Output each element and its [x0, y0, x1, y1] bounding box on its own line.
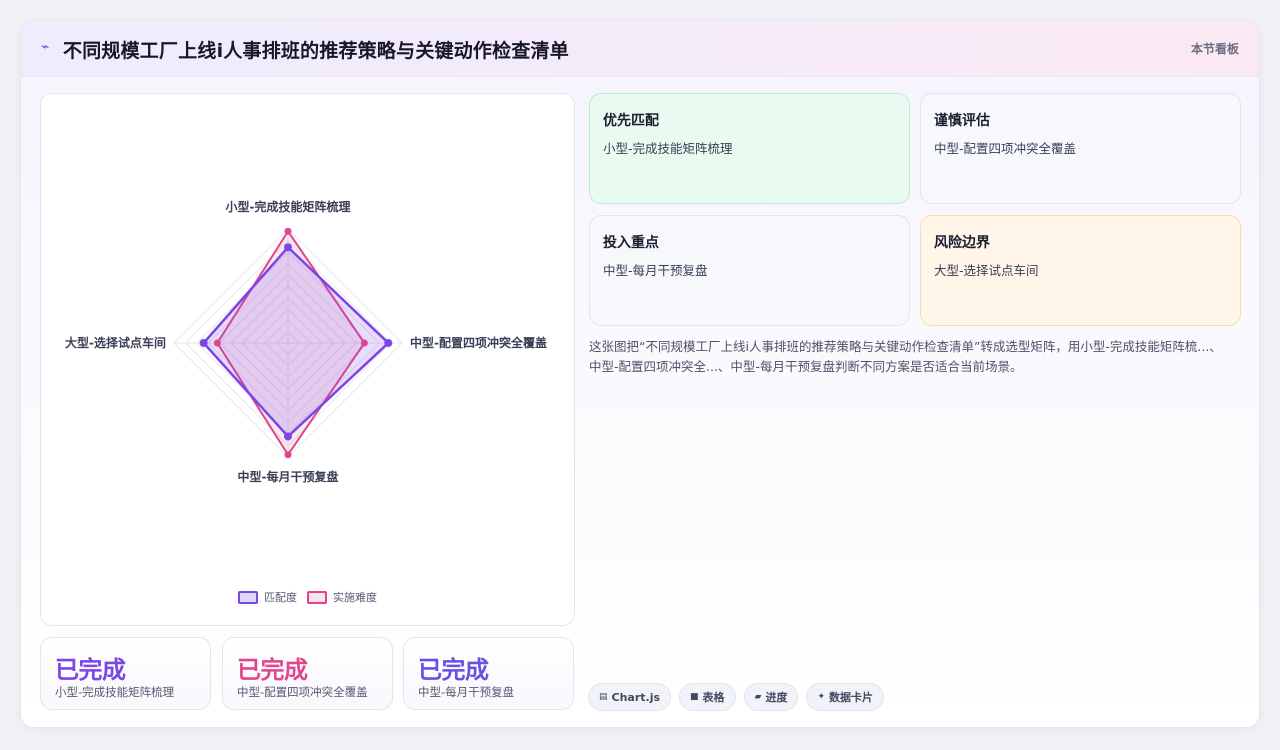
stat-card-medium-conflict: 已完成 中型-配置四项冲突全覆盖 — [222, 637, 393, 710]
rec-text: 小型-完成技能矩阵梳理 — [603, 141, 733, 156]
sparkle-icon: ✦ — [817, 692, 826, 702]
data-point — [384, 339, 393, 347]
legend-swatch-match — [238, 590, 258, 604]
data-point — [284, 227, 292, 235]
section-board-link[interactable]: 本节看板 — [1191, 40, 1239, 57]
table-icon: ■ — [690, 692, 699, 702]
rec-text: 大型-选择试点车间 — [934, 263, 1039, 278]
tag-progress[interactable]: ▰ 进度 — [743, 683, 799, 711]
stat-label: 小型-完成技能矩阵梳理 — [55, 685, 175, 699]
radar-chart: 小型-完成技能矩阵梳理中型-配置四项冲突全覆盖中型-每月干预复盘 大型-选择试点车… — [65, 199, 547, 484]
stat-value: 已完成 — [237, 656, 308, 684]
legend-swatch-difficulty — [307, 590, 327, 604]
dashboard-panel: ⌁ 不同规模工厂上线i人事排班的推荐策略与关键动作检查清单 本节看板 小型-完成… — [20, 20, 1260, 728]
legend-label-match: 匹配度 — [264, 591, 297, 604]
chart-legend: 匹配度 实施难度 — [41, 589, 574, 605]
legend-label-difficulty: 实施难度 — [333, 591, 377, 604]
axis-label: 小型-完成技能矩阵梳理 — [226, 199, 351, 214]
axis-label: 中型-每月干预复盘 — [238, 469, 339, 484]
rec-title: 风险边界 — [934, 235, 990, 251]
tag-chartjs[interactable]: ▤ Chart.js — [588, 683, 672, 711]
tag-label: 表格 — [702, 691, 725, 704]
data-point — [213, 339, 221, 347]
stat-value: 已完成 — [55, 656, 126, 684]
rec-card-risk: 风险边界 大型-选择试点车间 — [920, 215, 1241, 326]
rec-title: 谨慎评估 — [934, 113, 990, 129]
rec-card-investment: 投入重点 中型-每月干预复盘 — [589, 215, 910, 326]
sparkline-icon: ⌁ — [41, 39, 50, 55]
stat-card-medium-review: 已完成 中型-每月干预复盘 — [403, 637, 574, 710]
tag-label: 数据卡片 — [829, 691, 874, 704]
rec-card-priority: 优先匹配 小型-完成技能矩阵梳理 — [589, 93, 910, 204]
page-title: 不同规模工厂上线i人事排班的推荐策略与关键动作检查清单 — [63, 40, 569, 62]
stat-card-small: 已完成 小型-完成技能矩阵梳理 — [40, 637, 211, 710]
tag-data-card[interactable]: ✦ 数据卡片 — [806, 683, 885, 711]
rec-title: 优先匹配 — [603, 113, 659, 129]
data-point — [284, 451, 292, 459]
progress-icon: ▰ — [754, 692, 762, 702]
data-point — [284, 243, 292, 252]
data-point — [284, 432, 292, 441]
tag-label: 进度 — [765, 691, 788, 704]
data-point — [199, 339, 208, 347]
rec-title: 投入重点 — [603, 235, 659, 251]
tag-label: Chart.js — [611, 690, 661, 704]
chart-description: 这张图把“不同规模工厂上线i人事排班的推荐策略与关键动作检查清单”转成选型矩阵，… — [589, 339, 1222, 374]
rec-card-caution: 谨慎评估 中型-配置四项冲突全覆盖 — [920, 93, 1241, 204]
legend-item-difficulty[interactable]: 实施难度 — [307, 589, 377, 605]
rec-text: 中型-配置四项冲突全覆盖 — [934, 141, 1077, 156]
chart-icon: ▤ — [599, 692, 608, 702]
rec-text: 中型-每月干预复盘 — [603, 263, 708, 278]
stat-label: 中型-配置四项冲突全覆盖 — [237, 685, 368, 699]
data-point — [360, 339, 368, 347]
header-bar: ⌁ 不同规模工厂上线i人事排班的推荐策略与关键动作检查清单 本节看板 — [21, 21, 1259, 77]
tag-table[interactable]: ■ 表格 — [679, 683, 736, 711]
axis-label: 中型-配置四项冲突全覆盖 — [410, 335, 547, 350]
series-area-match — [201, 245, 391, 439]
stat-value: 已完成 — [418, 656, 489, 684]
legend-item-match[interactable]: 匹配度 — [238, 589, 297, 605]
tag-list: ▤ Chart.js ■ 表格 ▰ 进度 ✦ 数据卡片 — [588, 683, 885, 711]
axis-label: 大型-选择试点车间 — [65, 335, 166, 350]
stat-label: 中型-每月干预复盘 — [418, 685, 515, 699]
radar-chart-card: 小型-完成技能矩阵梳理中型-配置四项冲突全覆盖中型-每月干预复盘 大型-选择试点车… — [40, 93, 575, 626]
